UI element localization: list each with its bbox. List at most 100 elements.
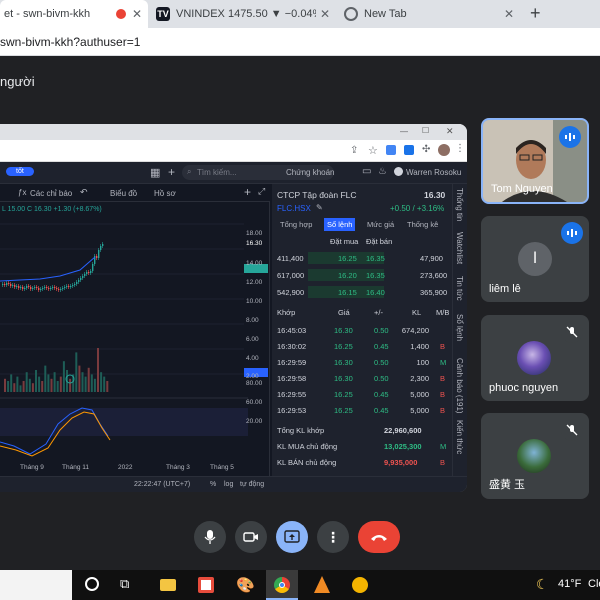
user-icon — [394, 167, 403, 176]
new-tab-button[interactable]: + — [530, 4, 541, 22]
address-bar[interactable]: swn-bivm-kkh?authuser=1 — [0, 28, 600, 56]
present-screen-button[interactable] — [276, 521, 308, 553]
bid-header: Đặt mua — [330, 237, 359, 246]
price-scale-label: 10.00 — [246, 297, 263, 305]
tab-meet[interactable]: et - swn-bivm-kkh ✕ — [0, 0, 148, 28]
close-icon[interactable]: ✕ — [132, 7, 142, 21]
close-icon: ✕ — [446, 126, 454, 136]
ask-header: Đặt bán — [366, 237, 393, 246]
price-scale-label: 4.00 — [246, 354, 259, 362]
side-tab[interactable]: Sổ lệnh — [455, 314, 464, 341]
trade-volume: 100 — [416, 358, 429, 367]
candle — [18, 286, 20, 288]
trade-price: 16.30 — [334, 374, 353, 383]
star-icon: ☆ — [368, 145, 378, 157]
trades-header: Khớp — [277, 308, 296, 317]
volume-bar — [50, 378, 53, 392]
time-display: 22:22:47 (UTC+7) — [134, 481, 191, 488]
panel-tab[interactable]: Mức giá — [364, 218, 397, 231]
candle — [60, 289, 62, 290]
price-scale-label: 20.00 — [246, 417, 263, 425]
candle — [32, 288, 34, 289]
panel-tab[interactable]: Sổ lệnh — [324, 218, 356, 231]
side-tab[interactable]: Kiến thức — [455, 420, 464, 454]
market-select: Chứng khoán — [286, 168, 335, 177]
participant-name: liêm lê — [489, 283, 521, 295]
candle — [40, 289, 42, 290]
tab-new-tab[interactable]: New Tab ✕ — [338, 0, 520, 28]
volume-bar — [78, 365, 81, 392]
avatar — [517, 341, 551, 375]
camera-icon — [243, 532, 258, 542]
tab-vnindex[interactable]: TV VNINDEX 1475.50 ▼ −0.04% Vô ✕ — [150, 0, 336, 28]
trades-header: +/- — [374, 308, 383, 317]
volume-bar — [69, 378, 72, 392]
chrome-icon — [344, 7, 358, 21]
volume-bar — [81, 372, 84, 392]
trade-volume: 5,000 — [410, 406, 429, 415]
ask-volume: 273,600 — [420, 271, 448, 280]
trade-side: B — [440, 342, 446, 351]
trades-header: Giá — [338, 308, 350, 317]
candle — [76, 282, 78, 284]
weather-text: Cle — [588, 578, 600, 590]
volume-bar — [47, 374, 50, 392]
price-scale-label: 60.00 — [246, 398, 263, 406]
maximize-icon: ☐ — [422, 126, 430, 135]
add-icon: + — [168, 165, 176, 179]
microphone-button[interactable] — [194, 521, 226, 553]
bell-icon: ♨ — [378, 166, 387, 177]
volume-bar — [103, 376, 106, 392]
chrome-icon[interactable] — [266, 570, 298, 600]
side-tab[interactable]: Tin tức — [455, 276, 464, 301]
search-bar[interactable] — [0, 570, 72, 600]
trade-change: 0.50 — [374, 358, 389, 367]
trade-time: 16:29:58 — [277, 374, 307, 383]
participant-tile-sheng-huang-yu[interactable]: 盛黄 玉 — [481, 413, 589, 499]
candle — [50, 288, 52, 289]
panel-tab[interactable]: Tổng hợp — [277, 218, 315, 231]
trade-change: 0.45 — [374, 342, 389, 351]
participant-tile-liem-le[interactable]: l liêm lê — [481, 216, 589, 302]
search-input: ⌕ Tìm kiếm... Chứng khoán — [182, 165, 335, 180]
paint-icon[interactable]: 🎨 — [236, 576, 255, 594]
shared-window-titlebar: — ☐ ✕ — [0, 124, 467, 140]
symbol-change: +0.50 / +3.16% — [390, 204, 445, 213]
chart-area: ƒx Các chỉ báo ↶ Biểu đồ Hồ sơ + ⤢ L 15.… — [0, 184, 270, 476]
participant-tile-phuoc-nguyen[interactable]: phuoc nguyen — [481, 315, 589, 401]
total-value: 13,025,300 — [384, 442, 422, 451]
file-explorer-icon[interactable] — [160, 579, 176, 591]
url-text[interactable]: swn-bivm-kkh?authuser=1 — [0, 35, 140, 49]
puzzle-icon: ✣ — [422, 144, 431, 155]
volume-bar — [84, 376, 87, 392]
minimize-icon: — — [400, 127, 408, 136]
close-icon[interactable]: ✕ — [320, 7, 330, 21]
camera-button[interactable] — [235, 521, 267, 553]
side-tab[interactable]: Thống tin — [455, 188, 464, 221]
volume-bar — [38, 376, 41, 392]
end-call-button[interactable] — [358, 521, 400, 553]
total-value: 22,960,600 — [384, 426, 422, 435]
candle — [22, 287, 24, 289]
side-tab[interactable]: Cảnh báo (191) — [455, 358, 464, 414]
candle — [42, 288, 44, 289]
more-options-button[interactable]: ⋮ — [317, 521, 349, 553]
participant-tile-tom-nguyen[interactable]: Tom Nguyen — [481, 118, 589, 204]
task-view-icon[interactable]: ⧉ — [120, 576, 129, 592]
office-icon[interactable] — [198, 577, 214, 593]
vlc-icon[interactable] — [314, 576, 330, 593]
app-icon[interactable] — [352, 577, 368, 593]
cortana-icon[interactable] — [85, 577, 99, 591]
weather-temp: 41°F — [558, 578, 582, 590]
trade-price: 16.25 — [334, 342, 353, 351]
close-icon[interactable]: ✕ — [504, 7, 514, 21]
ask-price: 16.35 — [366, 271, 385, 280]
candle — [58, 289, 60, 290]
side-tab[interactable]: Watchlist — [455, 232, 464, 264]
panel-tab[interactable]: Thống kê — [404, 218, 441, 231]
price-scale-label: 14.00 — [246, 260, 263, 268]
volume-bar — [100, 372, 103, 392]
candle — [8, 283, 10, 284]
side-tabs: Thống tin Watchlist Tin tức Sổ lệnh Cảnh báo… — [452, 184, 467, 476]
price-scale-label: 6.00 — [246, 335, 259, 343]
